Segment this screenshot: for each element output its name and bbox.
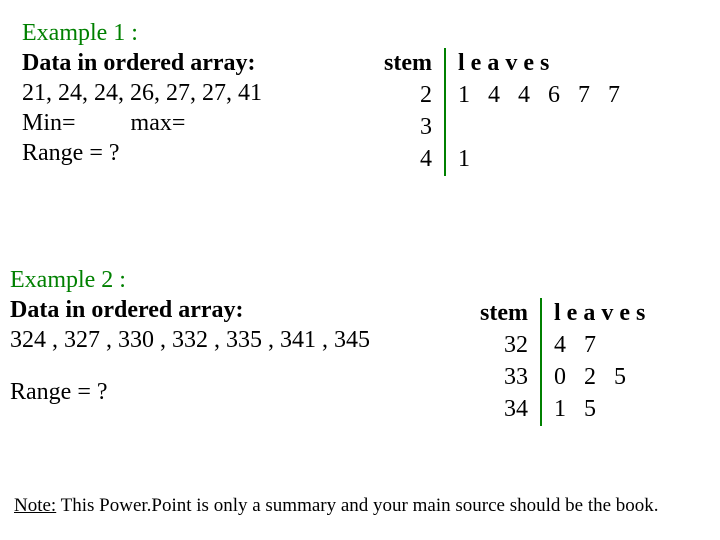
footer-note: Note: This Power.Point is only a summary… [14,494,659,518]
table-row: 32 4 7 [466,330,670,362]
example-2-subtitle: Data in ordered array: [10,295,440,325]
example-1-block: Example 1 : Data in ordered array: 21, 2… [22,18,382,168]
example-2-title: Example 2 : [10,265,440,295]
example-2-block: Example 2 : Data in ordered array: 324 ,… [10,265,440,407]
leaves-header: leaves [445,48,632,80]
example-1-title: Example 1 : [22,18,382,48]
stem-header: stem [378,48,445,80]
table-row: 2 1 4 4 6 7 7 [378,80,632,112]
leaves-cell: 1 5 [541,394,670,426]
stem-cell: 34 [466,394,541,426]
leaves-cell: 4 7 [541,330,670,362]
stem-leaf-table-2: stem leaves 32 4 7 33 0 2 5 34 1 5 [466,298,670,426]
stem-cell: 4 [378,144,445,176]
leaves-header: leaves [541,298,670,330]
stem-cell: 2 [378,80,445,112]
example-1-min-label: Min= [22,110,76,136]
leaves-cell: 1 [445,144,632,176]
note-text: This Power.Point is only a summary and y… [56,495,658,516]
leaves-cell: 1 4 4 6 7 7 [445,80,632,112]
stem-leaf-table-1: stem leaves 2 1 4 4 6 7 7 3 4 1 [378,48,632,176]
note-label: Note: [14,495,56,516]
example-1-data-line: 21, 24, 24, 26, 27, 27, 41 [22,78,382,108]
stem-cell: 3 [378,112,445,144]
slide: Example 1 : Data in ordered array: 21, 2… [0,0,720,540]
stem-header: stem [466,298,541,330]
stem-cell: 33 [466,362,541,394]
example-1-subtitle: Data in ordered array: [22,48,382,78]
stem-cell: 32 [466,330,541,362]
table-row: 33 0 2 5 [466,362,670,394]
example-1-range-label: Range = ? [22,138,382,168]
table-row: 4 1 [378,144,632,176]
example-1-max-label: max= [131,110,186,136]
leaves-cell: 0 2 5 [541,362,670,394]
example-2-data-line: 324 , 327 , 330 , 332 , 335 , 341 , 345 [10,325,440,355]
leaves-cell [445,112,632,144]
example-2-range-label: Range = ? [10,377,440,407]
table-row: 34 1 5 [466,394,670,426]
example-1-min-max: Min= max= [22,108,382,138]
table-row: 3 [378,112,632,144]
